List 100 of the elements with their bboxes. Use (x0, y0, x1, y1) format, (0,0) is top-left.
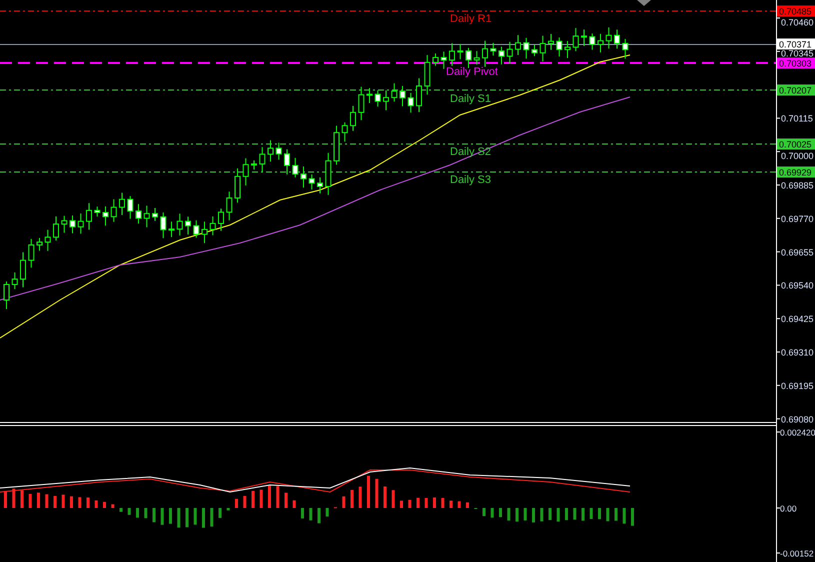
histogram-bar (342, 496, 346, 508)
histogram-bar (243, 496, 246, 508)
price-axis-label: 0.70000 (781, 151, 814, 162)
candlestick (490, 42, 496, 56)
histogram-bar (400, 500, 403, 508)
price-axis-label: 0.69080 (781, 414, 814, 424)
histogram-bar (375, 478, 378, 508)
histogram-bar (78, 497, 82, 508)
candlestick (152, 207, 158, 222)
shift-marker-icon[interactable] (637, 0, 651, 6)
price-marker: 0.70303 (777, 58, 815, 68)
histogram-bar (392, 490, 395, 508)
histogram-bar (326, 508, 329, 516)
price-marker: 0.69929 (777, 166, 815, 178)
histogram-bar (103, 502, 106, 508)
histogram-bar (590, 508, 593, 519)
candlestick (548, 34, 554, 50)
candlestick (284, 148, 290, 175)
candlestick (606, 26, 612, 50)
candlestick (144, 205, 150, 228)
level-label: Daily S1 (450, 93, 491, 105)
histogram-bar (111, 504, 114, 508)
candlestick (342, 122, 348, 142)
histogram-bar (416, 498, 420, 508)
candlestick (408, 92, 414, 114)
candlestick (53, 216, 59, 241)
level-label: Daily Pivot (446, 66, 498, 78)
candlestick (36, 237, 42, 252)
candlestick (12, 272, 18, 290)
histogram-bar (268, 486, 271, 508)
histogram-bar (20, 490, 24, 508)
histogram-bar (202, 508, 205, 528)
histogram-bar (12, 488, 16, 508)
candlestick (136, 204, 142, 224)
candlestick (424, 54, 430, 96)
price-axis-label: 0.69655 (781, 247, 814, 258)
histogram-bar (160, 508, 164, 525)
candlestick (383, 90, 389, 111)
histogram-bar (433, 497, 436, 508)
histogram-bar (62, 494, 65, 508)
histogram-bar (384, 486, 386, 508)
histogram-bar (94, 500, 98, 508)
histogram-bar (292, 500, 296, 508)
histogram-bar (532, 508, 535, 522)
histogram-bar (54, 496, 56, 508)
candlestick (218, 208, 224, 232)
histogram-bar (573, 508, 576, 520)
candlestick (572, 28, 579, 52)
histogram-bar (45, 494, 48, 508)
candlestick (28, 238, 34, 268)
histogram-bar (284, 492, 288, 508)
histogram-bar (556, 508, 560, 522)
histogram-bar (177, 508, 180, 528)
candlestick (622, 38, 628, 60)
price-axis-label: 0.69310 (781, 348, 814, 358)
indicator-axis-label: 0.00 (780, 504, 797, 514)
candlestick (300, 166, 306, 188)
candlestick (416, 78, 422, 113)
histogram-bar (516, 508, 518, 522)
candlestick (589, 32, 596, 50)
price-axis-label: 0.70115 (781, 114, 813, 124)
histogram-bar (358, 486, 362, 508)
candlestick (506, 41, 513, 64)
histogram-bar (631, 508, 634, 526)
price-axis-label: 0.69540 (781, 280, 814, 291)
histogram-bar (218, 508, 222, 518)
candlestick (226, 191, 232, 221)
candlestick (210, 216, 216, 236)
histogram-bar (499, 508, 502, 518)
candlestick (185, 216, 191, 235)
candlestick (556, 36, 562, 57)
price-axis-label: 0.69885 (781, 180, 814, 190)
candlestick (119, 192, 125, 216)
price-marker: 0.70485 (777, 6, 815, 16)
histogram-bar (441, 498, 444, 508)
histogram-bar (424, 498, 428, 508)
histogram-bar (622, 508, 626, 524)
candlestick (176, 213, 183, 236)
candlestick (366, 88, 372, 104)
level-label: Daily R1 (450, 13, 492, 25)
indicator-axis-label: 0.002420 (780, 428, 815, 438)
candlestick (598, 33, 604, 53)
price-axis-label: 0.69770 (781, 214, 814, 224)
candlestick (432, 52, 438, 66)
histogram-bar (128, 508, 131, 515)
candlestick (400, 85, 406, 107)
histogram-bar (350, 490, 354, 508)
price-axis-label: 0.69195 (781, 380, 814, 391)
candlestick (292, 157, 298, 178)
histogram-bar (144, 508, 148, 518)
candlestick (515, 34, 521, 56)
candlestick (449, 42, 455, 66)
candlestick (540, 35, 546, 62)
histogram-bar (210, 508, 214, 527)
candlestick (482, 40, 488, 68)
candlestick (268, 140, 274, 162)
histogram-bar (252, 490, 254, 508)
histogram-bar (70, 496, 73, 508)
candlestick (259, 146, 266, 173)
price-axis-label: 0.69425 (781, 314, 814, 324)
